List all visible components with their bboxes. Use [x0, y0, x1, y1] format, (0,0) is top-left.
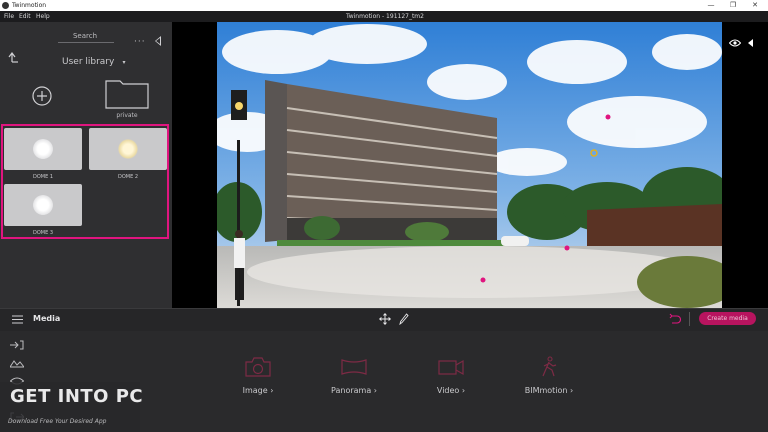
chevron-right-icon: ›: [373, 386, 377, 395]
maximize-button[interactable]: ❐: [722, 0, 744, 11]
eye-icon[interactable]: [729, 39, 741, 47]
dome-tile-label: DOME 3: [32, 230, 54, 236]
hamburger-menu-icon[interactable]: [12, 315, 23, 324]
media-option-image[interactable]: Image ›: [218, 356, 298, 395]
back-arrow-icon[interactable]: [8, 51, 20, 63]
scene-render: [217, 22, 722, 308]
folder-label: private: [116, 112, 138, 119]
search-field[interactable]: Search: [60, 32, 110, 40]
menu-file[interactable]: File: [4, 11, 14, 22]
media-title: Media: [33, 314, 61, 323]
3d-viewport[interactable]: [217, 22, 722, 308]
camera-icon: [245, 357, 271, 377]
create-media-button[interactable]: Create media: [699, 312, 756, 325]
close-window-button[interactable]: ✕: [744, 0, 766, 11]
media-option-label: Panorama: [331, 386, 372, 395]
menu-help[interactable]: Help: [36, 11, 50, 22]
move-tool-icon[interactable]: [379, 313, 391, 325]
menu-edit[interactable]: Edit: [19, 11, 31, 22]
panorama-icon: [341, 359, 367, 375]
pen-tool-icon[interactable]: [399, 313, 409, 325]
collapse-panel-icon[interactable]: [155, 36, 161, 46]
dome-tile-2[interactable]: [89, 128, 167, 170]
toolbar-divider: [689, 312, 690, 326]
minimize-button[interactable]: —: [700, 0, 722, 11]
app-name: Twinmotion: [12, 2, 47, 9]
dome-glow-icon: [33, 195, 53, 215]
dome-glow-icon: [118, 139, 138, 159]
watermark-subtitle: Download Free Your Desired App: [8, 418, 107, 425]
more-options-icon[interactable]: ···: [134, 37, 146, 47]
dome-tile-label: DOME 2: [117, 174, 139, 180]
import-icon[interactable]: [10, 340, 24, 350]
walking-person-icon: [542, 356, 557, 377]
undo-icon[interactable]: [669, 313, 681, 324]
library-dropdown-label: User library: [62, 57, 115, 67]
media-option-bimmotion[interactable]: BIMmotion ›: [509, 356, 589, 395]
video-camera-icon: [438, 359, 464, 376]
dome-tile-label: DOME 1: [32, 174, 54, 180]
chevron-right-icon: ›: [270, 386, 274, 395]
media-option-panorama[interactable]: Panorama ›: [314, 356, 394, 395]
folder-icon[interactable]: [104, 78, 150, 110]
media-option-label: Video: [436, 386, 460, 395]
dome-glow-icon: [33, 139, 53, 159]
chevron-down-icon: ▾: [122, 59, 126, 66]
dome-tile-1[interactable]: [4, 128, 82, 170]
add-item-button[interactable]: [32, 86, 52, 106]
twinmotion-logo-icon: [2, 2, 9, 9]
watermark-title: GET INTO PC: [10, 386, 144, 407]
dome-tile-3[interactable]: [4, 184, 82, 226]
library-dropdown[interactable]: User library ▾: [62, 49, 125, 68]
title-bar: [0, 0, 768, 11]
media-option-label: BIMmotion: [524, 386, 568, 395]
media-option-video[interactable]: Video ›: [411, 356, 491, 395]
collapse-right-panel-icon[interactable]: [748, 39, 753, 47]
chevron-right-icon: ›: [461, 386, 466, 395]
chevron-right-icon: ›: [570, 386, 574, 395]
landscape-icon[interactable]: [10, 358, 24, 368]
document-title: Twinmotion - 191127_tm2: [346, 13, 424, 20]
media-option-label: Image: [242, 386, 268, 395]
search-underline: [58, 42, 114, 43]
